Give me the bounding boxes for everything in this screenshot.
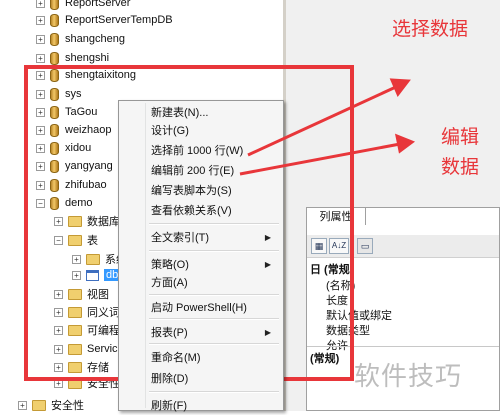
annotation-edit-data-line2: 数据 [441, 156, 480, 178]
annotation-select-data: 选择数据 [392, 18, 469, 40]
arrow-select-data [247, 84, 399, 157]
annotation-edit-data-line1: 编辑 [441, 126, 480, 148]
watermark: 软件技巧 [354, 362, 463, 392]
annotation-arrows [239, 78, 416, 176]
arrow-edit-data-head [394, 133, 416, 154]
arrow-select-data-head [389, 78, 411, 97]
